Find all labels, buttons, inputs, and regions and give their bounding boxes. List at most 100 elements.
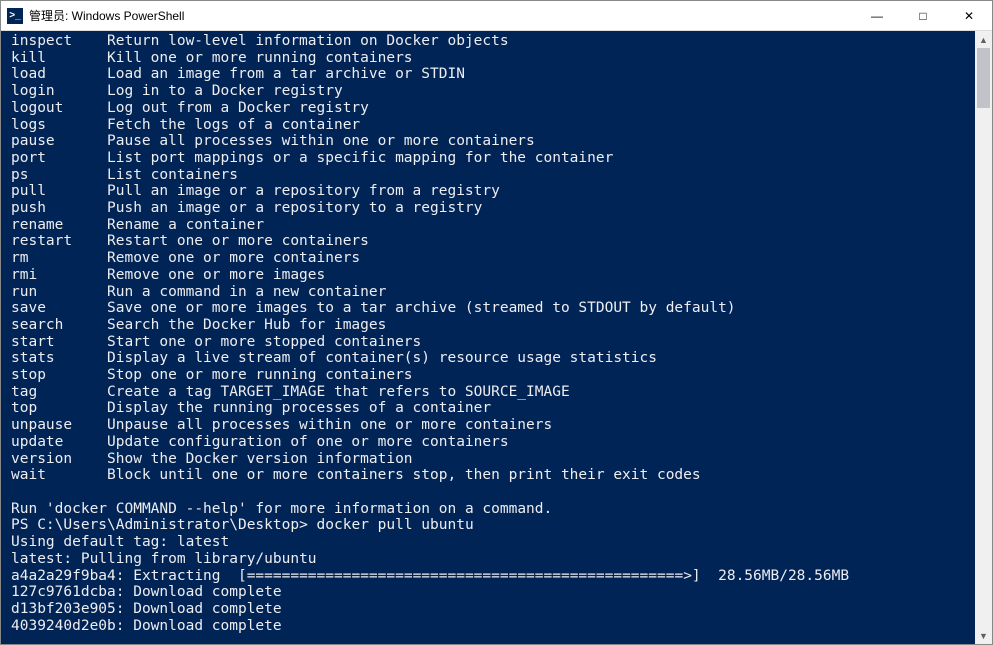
command-desc: Pause all processes within one or more c… [107, 133, 535, 150]
help-line: psList containers [11, 167, 975, 184]
help-line: versionShow the Docker version informati… [11, 451, 975, 468]
command-desc: Return low-level information on Docker o… [107, 33, 509, 50]
help-line: startStart one or more stopped container… [11, 334, 975, 351]
help-line: rmRemove one or more containers [11, 250, 975, 267]
help-line: statsDisplay a live stream of container(… [11, 350, 975, 367]
help-line: pushPush an image or a repository to a r… [11, 200, 975, 217]
typed-command: docker pull ubuntu [317, 517, 474, 533]
command-desc: Run a command in a new container [107, 284, 386, 301]
blank-line [11, 484, 975, 501]
vertical-scrollbar[interactable]: ▲ ▼ [975, 31, 992, 644]
help-line: renameRename a container [11, 217, 975, 234]
command-desc: Save one or more images to a tar archive… [107, 300, 736, 317]
scroll-up-button[interactable]: ▲ [975, 31, 992, 48]
window-controls: — □ ✕ [854, 1, 992, 31]
help-line: killKill one or more running containers [11, 50, 975, 67]
prompt: PS C:\Users\Administrator\Desktop> [11, 517, 308, 533]
help-line: logsFetch the logs of a container [11, 117, 975, 134]
help-line: logoutLog out from a Docker registry [11, 100, 975, 117]
powershell-icon: >_ [7, 8, 23, 24]
command-name: wait [11, 467, 107, 484]
help-line: unpauseUnpause all processes within one … [11, 417, 975, 434]
scrollbar-thumb[interactable] [977, 48, 990, 108]
command-desc: Display a live stream of container(s) re… [107, 350, 657, 367]
cursor-line [11, 634, 975, 644]
command-desc: Stop one or more running containers [107, 367, 413, 384]
help-line: updateUpdate configuration of one or mor… [11, 434, 975, 451]
terminal-output[interactable]: inspectReturn low-level information on D… [1, 31, 975, 644]
command-name: load [11, 66, 107, 83]
command-desc: Push an image or a repository to a regis… [107, 200, 482, 217]
layer-progress: a4a2a29f9ba4: Extracting [==============… [11, 568, 975, 585]
command-name: tag [11, 384, 107, 401]
command-name: unpause [11, 417, 107, 434]
command-name: logs [11, 117, 107, 134]
help-line: tagCreate a tag TARGET_IMAGE that refers… [11, 384, 975, 401]
command-name: push [11, 200, 107, 217]
command-name: start [11, 334, 107, 351]
command-name: version [11, 451, 107, 468]
scrollbar-track[interactable] [975, 48, 992, 627]
help-line: pullPull an image or a repository from a… [11, 183, 975, 200]
command-name: pause [11, 133, 107, 150]
output-line: latest: Pulling from library/ubuntu [11, 551, 975, 568]
help-line: rmiRemove one or more images [11, 267, 975, 284]
help-line: searchSearch the Docker Hub for images [11, 317, 975, 334]
command-name: kill [11, 50, 107, 67]
command-name: login [11, 83, 107, 100]
prompt-line: PS C:\Users\Administrator\Desktop> docke… [11, 517, 975, 534]
help-line: runRun a command in a new container [11, 284, 975, 301]
command-desc: Start one or more stopped containers [107, 334, 421, 351]
command-desc: Load an image from a tar archive or STDI… [107, 66, 465, 83]
command-desc: Kill one or more running containers [107, 50, 413, 67]
maximize-button[interactable]: □ [900, 1, 946, 31]
help-line: portList port mappings or a specific map… [11, 150, 975, 167]
help-line: stopStop one or more running containers [11, 367, 975, 384]
command-desc: Restart one or more containers [107, 233, 369, 250]
command-desc: List port mappings or a specific mapping… [107, 150, 613, 167]
command-desc: Fetch the logs of a container [107, 117, 360, 134]
command-desc: Log out from a Docker registry [107, 100, 369, 117]
command-desc: List containers [107, 167, 238, 184]
window-titlebar: >_ 管理员: Windows PowerShell — □ ✕ [1, 1, 992, 31]
command-desc: Display the running processes of a conta… [107, 400, 491, 417]
command-desc: Unpause all processes within one or more… [107, 417, 552, 434]
help-line: loginLog in to a Docker registry [11, 83, 975, 100]
command-desc: Block until one or more containers stop,… [107, 467, 701, 484]
command-name: port [11, 150, 107, 167]
help-line: loadLoad an image from a tar archive or … [11, 66, 975, 83]
command-desc: Pull an image or a repository from a reg… [107, 183, 500, 200]
command-name: rmi [11, 267, 107, 284]
help-line: waitBlock until one or more containers s… [11, 467, 975, 484]
command-name: pull [11, 183, 107, 200]
command-name: stats [11, 350, 107, 367]
command-name: ps [11, 167, 107, 184]
command-desc: Search the Docker Hub for images [107, 317, 386, 334]
command-name: rm [11, 250, 107, 267]
command-name: search [11, 317, 107, 334]
help-line: inspectReturn low-level information on D… [11, 33, 975, 50]
command-name: inspect [11, 33, 107, 50]
command-name: update [11, 434, 107, 451]
command-name: run [11, 284, 107, 301]
command-name: save [11, 300, 107, 317]
layer-status: 4039240d2e0b: Download complete [11, 618, 975, 635]
command-desc: Remove one or more images [107, 267, 325, 284]
command-desc: Rename a container [107, 217, 264, 234]
close-button[interactable]: ✕ [946, 1, 992, 31]
scroll-down-button[interactable]: ▼ [975, 627, 992, 644]
layer-status: 127c9761dcba: Download complete [11, 584, 975, 601]
minimize-button[interactable]: — [854, 1, 900, 31]
help-line: saveSave one or more images to a tar arc… [11, 300, 975, 317]
command-name: restart [11, 233, 107, 250]
command-name: top [11, 400, 107, 417]
terminal-area: inspectReturn low-level information on D… [1, 31, 992, 644]
help-line: topDisplay the running processes of a co… [11, 400, 975, 417]
output-line: Using default tag: latest [11, 534, 975, 551]
command-desc: Create a tag TARGET_IMAGE that refers to… [107, 384, 570, 401]
command-name: rename [11, 217, 107, 234]
help-line: pausePause all processes within one or m… [11, 133, 975, 150]
help-hint: Run 'docker COMMAND --help' for more inf… [11, 501, 975, 518]
layer-status: d13bf203e905: Download complete [11, 601, 975, 618]
command-desc: Log in to a Docker registry [107, 83, 343, 100]
